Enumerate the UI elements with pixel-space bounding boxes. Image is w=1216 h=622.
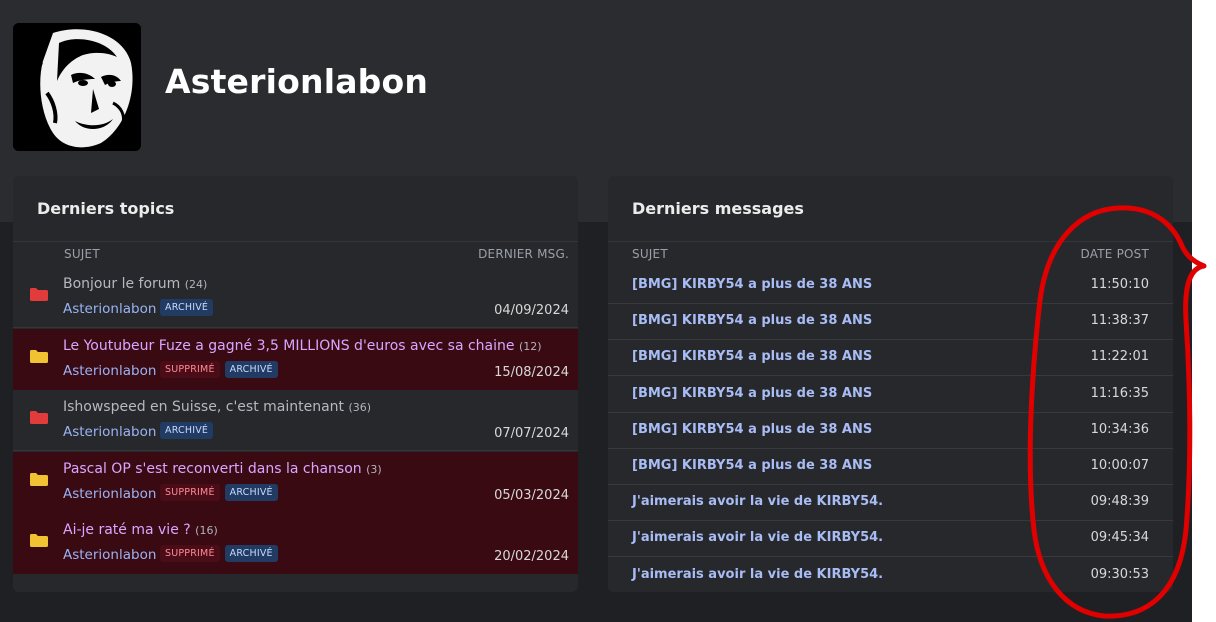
latest-messages-title: Derniers messages xyxy=(632,199,804,218)
archived-badge: ARCHIVÉ xyxy=(224,360,278,378)
topic-badges: SUPPRIMÉ ARCHIVÉ xyxy=(160,545,278,562)
topic-title-text[interactable]: Ishowspeed en Suisse, c'est maintenant xyxy=(63,399,344,415)
topic-title-text[interactable]: Le Youtubeur Fuze a gagné 3,5 MILLIONS d… xyxy=(63,338,515,354)
topic-badges: ARCHIVÉ xyxy=(160,299,214,316)
topic-last-message-date: 04/09/2024 xyxy=(494,303,569,318)
message-post-time: 11:38:37 xyxy=(1090,313,1149,329)
folder-icon xyxy=(30,288,48,301)
topic-reply-count: (36) xyxy=(348,401,372,414)
topic-title-text[interactable]: Pascal OP s'est reconverti dans la chans… xyxy=(63,461,362,477)
topic-row[interactable]: Le Youtubeur Fuze a gagné 3,5 MILLIONS d… xyxy=(13,328,578,390)
message-row[interactable]: J'aimerais avoir la vie de KIRBY54. 09:48… xyxy=(608,485,1173,522)
topic-badges: ARCHIVÉ xyxy=(160,422,214,439)
message-post-time: 11:16:35 xyxy=(1090,385,1149,401)
message-row[interactable]: [BMG] KIRBY54 a plus de 38 ANS 11:50:10 xyxy=(608,268,1173,304)
message-row[interactable]: [BMG] KIRBY54 a plus de 38 ANS 10:00:07 xyxy=(608,449,1173,485)
divider xyxy=(13,241,578,242)
topic-author[interactable]: Asterionlabon xyxy=(63,547,156,563)
topic-title-text[interactable]: Ai-je raté ma vie ? xyxy=(63,522,191,538)
latest-topics-card: Derniers topics SUJET DERNIER MSG. Bonjo… xyxy=(13,176,578,592)
message-subject-link[interactable]: J'aimerais avoir la vie de KIRBY54. xyxy=(632,567,883,582)
message-post-time: 10:34:36 xyxy=(1090,421,1149,437)
message-subject-link[interactable]: [BMG] KIRBY54 a plus de 38 ANS xyxy=(632,422,872,437)
message-subject-link[interactable]: [BMG] KIRBY54 a plus de 38 ANS xyxy=(632,349,872,364)
topic-reply-count: (12) xyxy=(518,339,542,353)
topics-col-subject: SUJET xyxy=(64,247,100,261)
messages-col-date: DATE POST xyxy=(1080,247,1149,261)
topic-row[interactable]: Bonjour le forum (24) Asterionlabon ARCHIV… xyxy=(13,267,578,328)
message-post-time: 10:00:07 xyxy=(1090,458,1149,473)
profile-username: Asterionlabon xyxy=(165,62,429,101)
archived-badge: ARCHIVÉ xyxy=(224,483,278,501)
message-post-time: 11:22:01 xyxy=(1090,349,1149,365)
deleted-badge: SUPPRIMÉ xyxy=(160,483,220,501)
topic-title[interactable]: Le Youtubeur Fuze a gagné 3,5 MILLIONS d… xyxy=(63,338,542,354)
topic-title-text[interactable]: Bonjour le forum xyxy=(63,276,180,292)
topic-author[interactable]: Asterionlabon xyxy=(63,486,156,502)
avatar[interactable] xyxy=(13,23,141,151)
latest-topics-title: Derniers topics xyxy=(37,199,175,218)
message-subject-link[interactable]: J'aimerais avoir la vie de KIRBY54. xyxy=(632,530,883,545)
topic-title[interactable]: Pascal OP s'est reconverti dans la chans… xyxy=(63,461,382,477)
message-post-time: 09:45:34 xyxy=(1090,530,1149,546)
topic-last-message-date: 20/02/2024 xyxy=(494,549,569,564)
topic-last-message-date: 15/08/2024 xyxy=(494,364,569,380)
message-row[interactable]: J'aimerais avoir la vie de KIRBY54. 09:45… xyxy=(608,521,1173,558)
deleted-badge: SUPPRIMÉ xyxy=(160,360,220,378)
archived-badge: ARCHIVÉ xyxy=(224,545,278,562)
message-subject-link[interactable]: [BMG] KIRBY54 a plus de 38 ANS xyxy=(632,458,872,473)
message-post-time: 09:30:53 xyxy=(1090,566,1149,582)
message-subject-link[interactable]: [BMG] KIRBY54 a plus de 38 ANS xyxy=(632,277,872,292)
topic-author[interactable]: Asterionlabon xyxy=(63,301,156,317)
topic-title[interactable]: Ishowspeed en Suisse, c'est maintenant (… xyxy=(63,399,371,415)
archived-badge: ARCHIVÉ xyxy=(160,422,214,439)
message-post-time: 11:50:10 xyxy=(1090,277,1149,292)
topic-row[interactable]: Ai-je raté ma vie ? (16) Asterionlabon SUP… xyxy=(13,513,578,574)
archived-badge: ARCHIVÉ xyxy=(160,299,214,316)
message-subject-link[interactable]: [BMG] KIRBY54 a plus de 38 ANS xyxy=(632,386,872,401)
messages-col-subject: SUJET xyxy=(632,247,668,261)
message-row[interactable]: [BMG] KIRBY54 a plus de 38 ANS 11:38:37 xyxy=(608,304,1173,341)
folder-icon xyxy=(30,534,48,547)
topic-reply-count: (3) xyxy=(366,462,382,476)
message-subject-link[interactable]: J'aimerais avoir la vie de KIRBY54. xyxy=(632,494,883,509)
topic-last-message-date: 05/03/2024 xyxy=(494,487,569,503)
message-row[interactable]: [BMG] KIRBY54 a plus de 38 ANS 11:16:35 xyxy=(608,377,1173,413)
topic-badges: SUPPRIMÉ ARCHIVÉ xyxy=(160,360,278,378)
message-post-time: 09:48:39 xyxy=(1090,494,1149,510)
avatar-image xyxy=(13,23,141,151)
topic-author[interactable]: Asterionlabon xyxy=(63,363,156,379)
topic-reply-count: (16) xyxy=(195,524,218,537)
topic-author[interactable]: Asterionlabon xyxy=(63,424,156,440)
folder-icon xyxy=(30,472,48,486)
topic-reply-count: (24) xyxy=(184,278,208,291)
topic-row[interactable]: Ishowspeed en Suisse, c'est maintenant (… xyxy=(13,390,578,451)
deleted-badge: SUPPRIMÉ xyxy=(160,545,220,562)
folder-icon xyxy=(30,411,48,424)
profile-page: Asterionlabon Derniers topics SUJET DERN… xyxy=(0,0,1192,622)
topics-col-last-message: DERNIER MSG. xyxy=(478,247,569,261)
latest-messages-card: Derniers messages SUJET DATE POST [BMG] … xyxy=(608,176,1173,592)
topic-last-message-date: 07/07/2024 xyxy=(494,426,569,441)
topic-badges: SUPPRIMÉ ARCHIVÉ xyxy=(160,483,278,501)
message-row[interactable]: J'aimerais avoir la vie de KIRBY54. 09:30… xyxy=(608,558,1173,592)
message-row[interactable]: [BMG] KIRBY54 a plus de 38 ANS 10:34:36 xyxy=(608,413,1173,449)
folder-icon xyxy=(30,349,48,363)
divider xyxy=(608,241,1173,242)
topic-title[interactable]: Ai-je raté ma vie ? (16) xyxy=(63,522,218,538)
message-subject-link[interactable]: [BMG] KIRBY54 a plus de 38 ANS xyxy=(632,313,872,328)
topic-title[interactable]: Bonjour le forum (24) xyxy=(63,276,207,292)
message-row[interactable]: [BMG] KIRBY54 a plus de 38 ANS 11:22:01 xyxy=(608,340,1173,377)
topic-row[interactable]: Pascal OP s'est reconverti dans la chans… xyxy=(13,451,578,513)
